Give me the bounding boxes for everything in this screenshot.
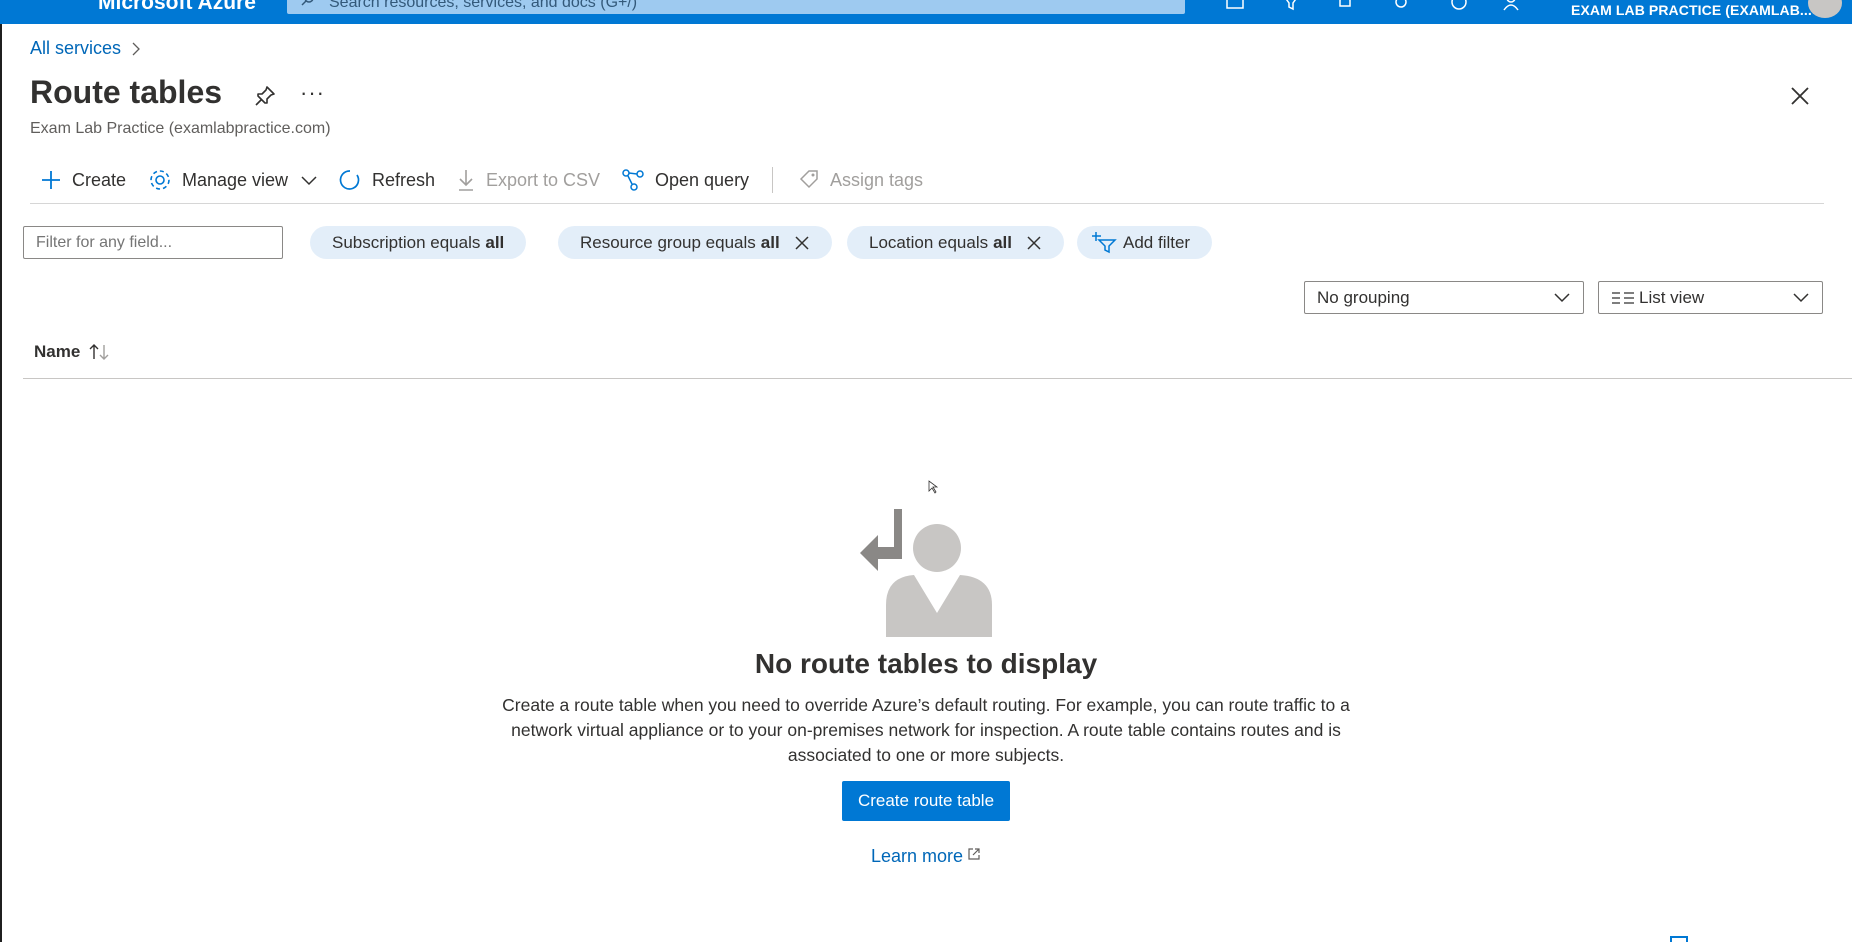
tag-icon [799, 170, 818, 189]
column-header-name-label: Name [34, 342, 81, 361]
create-label: Create [72, 169, 127, 190]
subscription-filter-label: Subscription equals [332, 232, 481, 252]
refresh-button[interactable]: Refresh [338, 165, 435, 195]
empty-state-description: Create a route table when you need to ov… [502, 695, 1350, 765]
resource-group-filter-label: Resource group equals [580, 232, 756, 252]
hamburger-menu-icon[interactable] [22, 0, 44, 12]
top-bar: Microsoft Azure Search resources, servic… [0, 0, 1852, 24]
add-filter-icon [1092, 231, 1117, 253]
view-mode-dropdown[interactable]: List view [1598, 281, 1823, 314]
cloud-shell-icon[interactable] [1224, 0, 1246, 12]
corner-icon [1670, 936, 1688, 942]
chevron-right-icon [132, 42, 140, 55]
breadcrumb-all-services-link[interactable]: All services [30, 38, 121, 59]
command-separator [772, 167, 773, 193]
more-options-icon[interactable]: ··· [300, 80, 325, 106]
export-csv-button[interactable]: Export to CSV [456, 165, 600, 195]
gear-icon [150, 170, 170, 190]
refresh-label: Refresh [372, 169, 436, 190]
grouping-value: No grouping [1317, 287, 1410, 307]
filter-input[interactable] [23, 226, 283, 259]
help-icon[interactable] [1448, 0, 1470, 12]
remove-filter-icon[interactable] [1026, 235, 1042, 251]
grouping-dropdown[interactable]: No grouping [1304, 281, 1584, 314]
manage-view-button[interactable]: Manage view [148, 165, 318, 195]
location-filter-pill[interactable]: Location equals all [847, 226, 1064, 259]
refresh-icon [339, 170, 360, 190]
query-graph-icon [622, 169, 644, 191]
subscription-filter-value: all [485, 232, 505, 252]
page-title: Route tables [30, 74, 223, 110]
search-icon [301, 0, 314, 6]
chevron-down-icon [301, 176, 317, 186]
feedback-person-icon[interactable] [1500, 0, 1522, 12]
chevron-down-icon [1554, 293, 1570, 303]
chevron-down-icon [1793, 293, 1809, 303]
brand-logo-text[interactable]: Microsoft Azure [98, 0, 256, 15]
window-left-edge [0, 24, 2, 942]
breadcrumb: All services [30, 38, 143, 59]
plus-icon [42, 171, 60, 189]
settings-gear-icon[interactable] [1390, 0, 1412, 12]
learn-more-link[interactable]: Learn more [0, 846, 1852, 867]
empty-state-title: No route tables to display [754, 648, 1098, 679]
global-search-input[interactable]: Search resources, services, and docs (G+… [287, 0, 1185, 14]
view-mode-value: List view [1639, 287, 1705, 307]
sort-ascending-icon[interactable] [88, 343, 112, 361]
subscription-filter-pill[interactable]: Subscription equals all [310, 226, 527, 259]
pin-icon[interactable] [253, 84, 277, 108]
column-header-name[interactable]: Name [34, 342, 112, 362]
empty-state-illustration [860, 509, 992, 637]
page-subtitle: Exam Lab Practice (examlabpractice.com) [30, 120, 331, 137]
download-icon [459, 170, 473, 191]
command-bar-divider [30, 203, 1824, 204]
mouse-cursor-icon [928, 480, 938, 494]
open-query-label: Open query [655, 169, 750, 190]
assign-tags-button[interactable]: Assign tags [798, 165, 923, 195]
add-filter-label: Add filter [1123, 232, 1191, 252]
list-view-icon [1612, 291, 1634, 304]
location-filter-value: all [993, 232, 1012, 252]
create-button[interactable]: Create [40, 165, 126, 195]
notifications-bell-icon[interactable] [1334, 0, 1356, 12]
resource-group-filter-value: all [760, 232, 780, 252]
avatar[interactable] [1808, 0, 1842, 18]
create-route-table-button[interactable]: Create route table [842, 781, 1010, 821]
directory-filter-icon[interactable] [1280, 0, 1302, 12]
close-icon[interactable] [1789, 85, 1811, 107]
assign-tags-label: Assign tags [830, 169, 924, 190]
learn-more-label: Learn more [870, 846, 964, 866]
export-csv-label: Export to CSV [486, 169, 601, 190]
add-filter-button[interactable]: Add filter [1077, 226, 1213, 259]
table-header-divider [23, 378, 1852, 379]
location-filter-label: Location equals [869, 232, 989, 252]
search-placeholder: Search resources, services, and docs (G+… [329, 0, 638, 11]
command-bar: Create Manage view Refresh Export to CSV… [30, 165, 1824, 195]
manage-view-label: Manage view [182, 169, 289, 190]
remove-filter-icon[interactable] [794, 235, 810, 251]
account-name[interactable]: EXAM LAB PRACTICE (EXAMLAB... [1571, 2, 1812, 18]
open-query-button[interactable]: Open query [621, 165, 749, 195]
resource-group-filter-pill[interactable]: Resource group equals all [558, 226, 832, 259]
external-link-icon [968, 848, 980, 860]
